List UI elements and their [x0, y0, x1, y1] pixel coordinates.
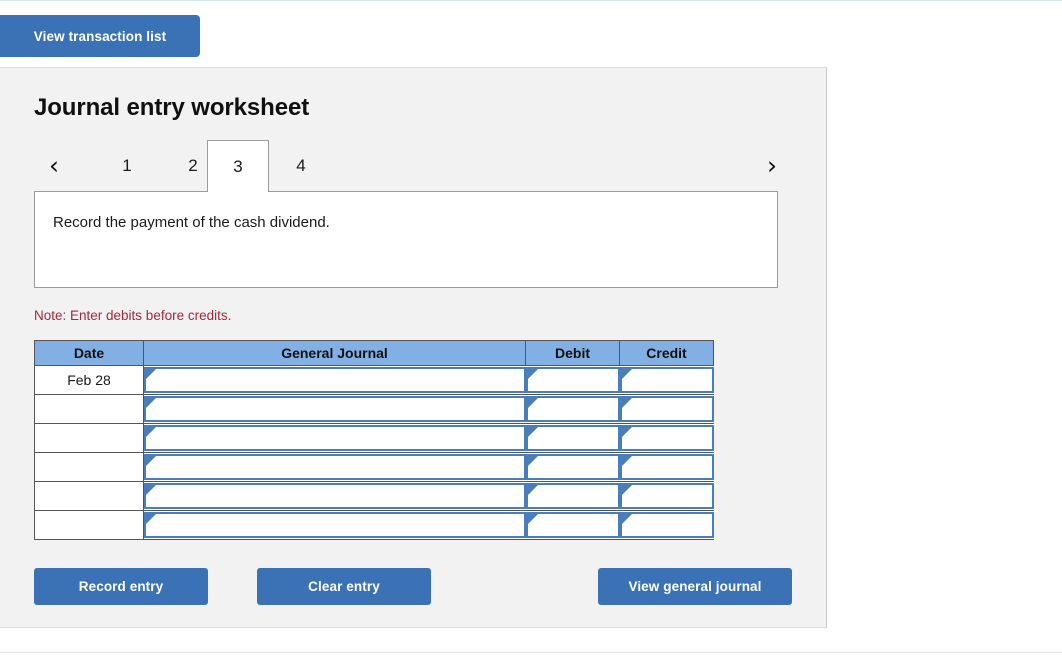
transaction-description-text: Record the payment of the cash dividend.	[53, 214, 330, 231]
column-header-credit: Credit	[619, 340, 714, 366]
record-entry-button[interactable]: Record entry	[34, 568, 208, 605]
credit-input-cell[interactable]	[619, 423, 714, 453]
table-row	[34, 452, 714, 482]
column-header-date: Date	[34, 340, 144, 366]
date-cell[interactable]	[34, 394, 144, 424]
clear-entry-button[interactable]: Clear entry	[257, 568, 431, 605]
credit-input[interactable]	[619, 454, 714, 480]
general-journal-input-cell[interactable]	[143, 481, 526, 511]
view-transaction-list-button[interactable]: View transaction list	[0, 15, 200, 57]
credit-input-cell[interactable]	[619, 394, 714, 424]
general-journal-input-cell[interactable]	[143, 423, 526, 453]
debit-input[interactable]	[525, 483, 620, 509]
table-header-row: Date General Journal Debit Credit	[34, 340, 714, 366]
credit-input[interactable]	[619, 425, 714, 451]
debit-input[interactable]	[525, 454, 620, 480]
credit-input[interactable]	[619, 367, 714, 393]
chevron-left-icon[interactable]: ‹	[34, 140, 74, 190]
table-row	[34, 394, 714, 424]
credit-input-cell[interactable]	[619, 452, 714, 482]
general-journal-input[interactable]	[144, 454, 526, 480]
general-journal-input[interactable]	[144, 425, 526, 451]
general-journal-input-cell[interactable]	[143, 394, 526, 424]
top-divider	[0, 0, 1062, 1]
table-row: Feb 28	[34, 365, 714, 395]
general-journal-input[interactable]	[144, 396, 526, 422]
table-row	[34, 510, 714, 540]
debit-input[interactable]	[525, 425, 620, 451]
debit-input[interactable]	[525, 396, 620, 422]
tab-1-label: 1	[122, 155, 132, 175]
worksheet-tab-strip: ‹ 1 2 3 4 ›	[34, 140, 792, 192]
bottom-divider	[0, 652, 1062, 653]
credit-input[interactable]	[619, 512, 714, 538]
credit-input[interactable]	[619, 396, 714, 422]
column-header-debit: Debit	[525, 340, 620, 366]
general-journal-input[interactable]	[144, 483, 526, 509]
debit-input-cell[interactable]	[525, 510, 620, 540]
debit-input[interactable]	[525, 367, 620, 393]
journal-entry-table: Date General Journal Debit Credit Feb 28	[34, 340, 714, 540]
general-journal-input-cell[interactable]	[143, 510, 526, 540]
date-cell[interactable]	[34, 481, 144, 511]
credit-input[interactable]	[619, 483, 714, 509]
table-row	[34, 423, 714, 453]
debit-input-cell[interactable]	[525, 481, 620, 511]
chevron-right-icon[interactable]: ›	[752, 140, 792, 190]
transaction-description-box: Record the payment of the cash dividend.	[34, 191, 778, 288]
page-title: Journal entry worksheet	[34, 94, 310, 121]
debit-input-cell[interactable]	[525, 394, 620, 424]
tab-1[interactable]: 1	[96, 140, 158, 191]
tab-4[interactable]: 4	[270, 140, 332, 191]
date-cell[interactable]	[34, 510, 144, 540]
tab-3[interactable]: 3	[207, 140, 269, 192]
view-transaction-list-wrapper: View transaction list	[0, 15, 200, 57]
debit-input-cell[interactable]	[525, 365, 620, 395]
credit-input-cell[interactable]	[619, 510, 714, 540]
credit-input-cell[interactable]	[619, 481, 714, 511]
general-journal-input[interactable]	[144, 367, 526, 393]
debits-before-credits-note: Note: Enter debits before credits.	[34, 308, 232, 323]
general-journal-input-cell[interactable]	[143, 365, 526, 395]
debit-input-cell[interactable]	[525, 452, 620, 482]
tab-3-label: 3	[233, 156, 243, 176]
journal-entry-panel: Journal entry worksheet ‹ 1 2 3 4 › Reco…	[0, 67, 827, 628]
tab-4-label: 4	[296, 155, 306, 175]
general-journal-input-cell[interactable]	[143, 452, 526, 482]
debit-input[interactable]	[525, 512, 620, 538]
credit-input-cell[interactable]	[619, 365, 714, 395]
tab-2-label: 2	[188, 155, 198, 175]
debit-input-cell[interactable]	[525, 423, 620, 453]
date-cell[interactable]: Feb 28	[34, 365, 144, 395]
view-general-journal-button[interactable]: View general journal	[598, 568, 792, 605]
date-cell[interactable]	[34, 423, 144, 453]
column-header-general-journal: General Journal	[143, 340, 526, 366]
date-cell[interactable]	[34, 452, 144, 482]
table-row	[34, 481, 714, 511]
general-journal-input[interactable]	[144, 512, 526, 538]
